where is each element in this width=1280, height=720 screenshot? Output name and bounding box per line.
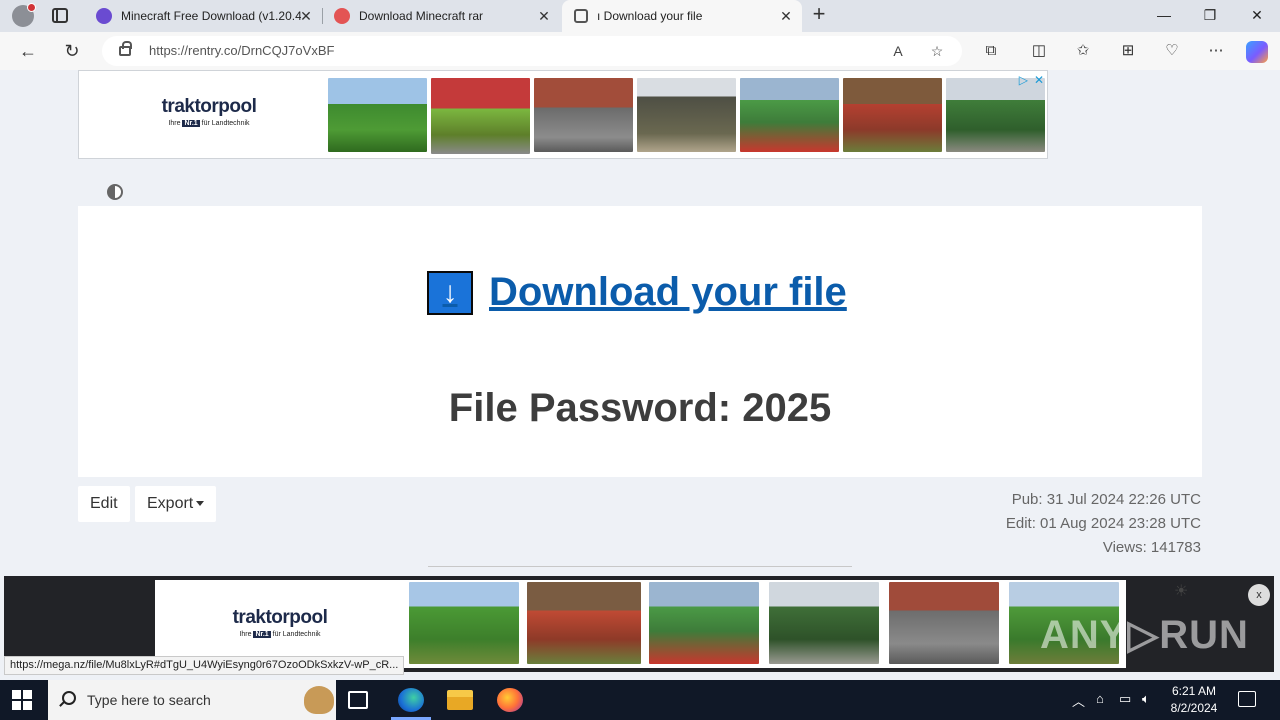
theme-toggle-icon[interactable] [107, 184, 123, 200]
ad-photo-tractor[interactable] [843, 78, 942, 152]
ad-photo-tractor[interactable] [946, 78, 1045, 152]
search-placeholder[interactable]: Type here to search [87, 692, 211, 708]
ad-logo[interactable]: traktorpool Ihre Nr.1 für Landtechnik [159, 96, 259, 127]
bottom-ad-banner[interactable]: traktorpool Ihre Nr.1 für Landtechnik [155, 580, 1126, 668]
ad-photo-trailer[interactable] [649, 582, 759, 664]
site-favicon-icon [334, 8, 350, 24]
notifications-icon[interactable] [1238, 691, 1256, 707]
favorites-icon[interactable]: ✩ [1072, 41, 1094, 61]
collections-icon[interactable]: ⊞ [1117, 41, 1139, 61]
tab-download-minecraft-rar[interactable]: Download Minecraft rar ✕ [322, 0, 560, 32]
ad-photo-tractor[interactable] [431, 78, 530, 154]
lock-icon[interactable] [119, 41, 132, 56]
ad-photo-trailer[interactable] [637, 78, 736, 152]
adchoices-icon[interactable]: ▷ ✕ [1019, 73, 1044, 87]
extensions-icon[interactable]: ⧉ [980, 41, 1002, 61]
tab-title: ı Download your file [597, 9, 703, 23]
ad-brand: traktorpool [232, 607, 328, 628]
ad-photo-trailer[interactable] [740, 78, 839, 152]
export-label: Export [147, 495, 194, 512]
download-link[interactable]: ↓ Download your file [427, 270, 847, 315]
favorite-star-icon[interactable]: ☆ [927, 41, 947, 61]
published-date: Pub: 31 Jul 2024 22:26 UTC [1011, 491, 1201, 508]
search-icon [62, 691, 76, 705]
close-tab-icon[interactable]: ✕ [536, 8, 552, 24]
firefox-icon[interactable] [497, 688, 523, 712]
clock-time: 6:21 AM [1171, 684, 1217, 698]
tab-download-your-file[interactable]: ı Download your file ✕ [562, 0, 802, 32]
edge-browser-icon[interactable] [398, 688, 424, 712]
address-bar[interactable]: https://rentry.co/DrnCQJ7oVxBF A ☆ [102, 36, 962, 66]
url-text[interactable]: https://rentry.co/DrnCQJ7oVxBF [149, 43, 334, 58]
refresh-icon[interactable]: ↻ [61, 40, 83, 62]
top-banner-ad[interactable]: traktorpool Ihre Nr.1 für Landtechnik ▷ ✕ [78, 70, 1048, 159]
tab-minecraft-free-download[interactable]: Minecraft Free Download (v1.20.4 ✕ [84, 0, 322, 32]
navigation-bar: ← ↻ https://rentry.co/DrnCQJ7oVxBF A ☆ ⧉… [0, 32, 1280, 70]
task-view-icon[interactable] [348, 691, 368, 709]
tab-bar: Minecraft Free Download (v1.20.4 ✕ Downl… [0, 0, 1280, 32]
close-window-button[interactable]: ✕ [1245, 4, 1269, 26]
clock-date: 8/2/2024 [1170, 701, 1218, 715]
tab-title: Minecraft Free Download (v1.20.4 [121, 9, 301, 23]
windows-start-icon[interactable] [12, 690, 32, 710]
browser-essentials-icon[interactable]: ♡ [1161, 41, 1183, 61]
chevron-down-icon [196, 501, 205, 507]
ad-brand: traktorpool [161, 96, 257, 117]
volume-icon[interactable]: 🔈︎ [1142, 691, 1150, 707]
ad-close-icon[interactable]: ✕ [1034, 73, 1044, 87]
anyrun-watermark: ANY▷RUN [1040, 613, 1249, 657]
ad-logo[interactable]: traktorpool Ihre Nr.1 für Landtechnik [230, 607, 330, 638]
taskbar-search[interactable]: Type here to search [48, 680, 336, 720]
ad-photo-tractor[interactable] [328, 78, 427, 152]
paste-content: ↓ Download your file File Password: 2025 [78, 206, 1202, 477]
paste-metadata: Pub: 31 Jul 2024 22:26 UTC Edit: 01 Aug … [1006, 488, 1201, 560]
system-clock[interactable]: 6:21 AM 8/2/2024 [1164, 683, 1224, 717]
file-explorer-icon[interactable] [447, 690, 473, 710]
split-screen-icon[interactable]: ◫ [1028, 41, 1050, 61]
ad-tagline: Ihre Nr.1 für Landtechnik [168, 120, 250, 127]
close-ad-button[interactable]: x [1248, 584, 1270, 606]
restore-button[interactable]: ❐ [1198, 4, 1222, 26]
ad-photo-tractor[interactable] [889, 582, 999, 664]
sun-icon: ☀ [1174, 583, 1189, 600]
close-tab-icon[interactable]: ✕ [778, 8, 794, 24]
edited-date: Edit: 01 Aug 2024 23:28 UTC [1005, 515, 1201, 532]
read-aloud-icon[interactable]: A [888, 41, 908, 61]
tab-actions-icon[interactable] [52, 8, 68, 23]
ad-photo-tractor[interactable] [534, 78, 633, 152]
ad-photo-tractor[interactable] [409, 582, 519, 664]
back-arrow-icon[interactable]: ← [17, 40, 39, 62]
tab-title: Download Minecraft rar [359, 9, 484, 23]
search-highlight-icon [304, 686, 334, 714]
link-status-bar: https://mega.nz/file/Mu8lxLyR#dTgU_U4Wyi… [4, 656, 405, 675]
download-arrow-icon[interactable]: ↓ [427, 270, 473, 315]
file-password: File Password: 2025 [448, 386, 832, 430]
profile-avatar-icon[interactable] [12, 3, 36, 27]
edit-button[interactable]: Edit [78, 486, 130, 522]
windows-taskbar: Type here to search ︿ ⌂ ▭ 🔈︎ 6:21 AM 8/2… [0, 680, 1280, 720]
close-tab-icon[interactable]: ✕ [298, 8, 314, 24]
network-icon[interactable]: ▭ [1119, 691, 1131, 707]
page-viewport: traktorpool Ihre Nr.1 für Landtechnik ▷ ✕… [3, 70, 1277, 576]
view-count: Views: 141783 [1102, 539, 1201, 556]
ad-photo-tractor[interactable] [527, 582, 641, 664]
show-hidden-icons-chevron-icon[interactable]: ︿ [1072, 691, 1085, 710]
divider [428, 566, 852, 567]
export-button[interactable]: Export [135, 486, 217, 522]
download-link-text[interactable]: Download your file [489, 270, 847, 315]
meet-now-icon[interactable]: ⌂ [1096, 691, 1104, 706]
minimize-button[interactable]: — [1152, 4, 1176, 26]
ad-photo-tractor[interactable] [769, 582, 879, 664]
site-favicon-icon [96, 8, 112, 24]
ad-tagline: Ihre Nr.1 für Landtechnik [239, 631, 321, 638]
new-tab-button[interactable]: + [808, 3, 830, 26]
more-options-icon[interactable]: ⋯ [1205, 41, 1227, 61]
site-favicon-icon [574, 9, 588, 23]
copilot-icon[interactable] [1246, 41, 1268, 63]
